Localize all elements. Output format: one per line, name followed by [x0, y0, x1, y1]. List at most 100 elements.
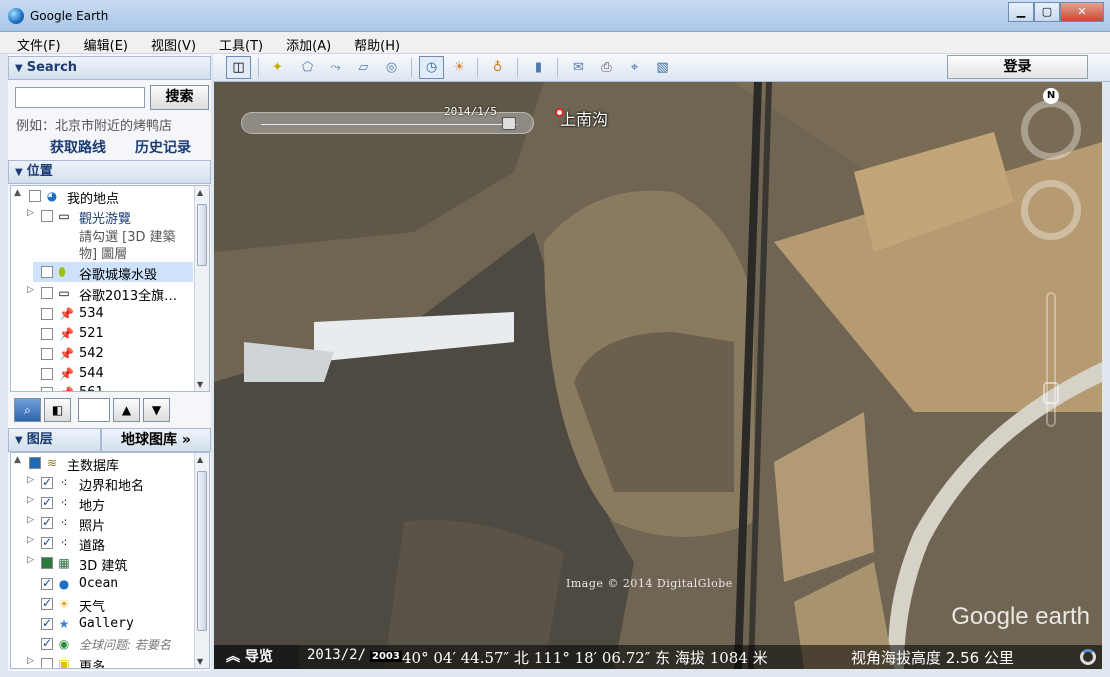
planet-switch-icon[interactable]: ♁	[485, 56, 510, 79]
expand-arrow-icon[interactable]: ▷	[27, 515, 34, 525]
expand-arrow-icon[interactable]: ▷	[27, 555, 34, 565]
collapse-arrow-icon[interactable]: ▲	[14, 455, 21, 465]
layer-row[interactable]: ▷ ⁖ 地方	[11, 493, 196, 514]
checkbox[interactable]	[41, 348, 53, 360]
get-directions-link[interactable]: 获取路线	[50, 137, 106, 157]
place-label[interactable]: 上南沟	[560, 106, 608, 130]
layer-row[interactable]: ☀ 天气	[11, 594, 196, 615]
checkbox[interactable]	[41, 308, 53, 320]
google-maps-icon[interactable]: ⌖	[622, 56, 647, 79]
search-button[interactable]: 搜索	[150, 85, 209, 110]
search-panel-header[interactable]: ▼ Search	[8, 56, 211, 80]
save-image-icon[interactable]: ▧	[650, 56, 675, 79]
expand-arrow-icon[interactable]: ▷	[27, 475, 34, 485]
panel-toggle-icon[interactable]: ◧	[44, 398, 71, 422]
tree-row-placemark[interactable]: 📌 544	[11, 364, 196, 384]
scroll-down-icon[interactable]: ▼	[197, 380, 203, 389]
sidebar-toggle-icon[interactable]: ◫	[226, 56, 251, 79]
sunlight-icon[interactable]: ☀	[447, 56, 472, 79]
layer-row[interactable]: ★ Gallery	[11, 614, 196, 634]
layers-scrollbar[interactable]: ▲ ▼	[194, 453, 209, 668]
layer-row[interactable]: ▷ ⁖ 照片	[11, 513, 196, 534]
tree-row-my-places[interactable]: ▲ ◕ 我的地点	[11, 186, 196, 207]
checkbox[interactable]	[29, 457, 41, 469]
tree-row-placemark[interactable]: 📌 561	[11, 383, 196, 391]
checkbox[interactable]	[41, 475, 53, 489]
zoom-slider-track[interactable]	[1046, 292, 1056, 427]
tree-row-placemark[interactable]: 📌 534	[11, 304, 196, 324]
ruler-icon[interactable]: ▮	[526, 56, 551, 79]
checkbox[interactable]	[29, 190, 41, 202]
image-overlay-icon[interactable]: ▱	[351, 56, 376, 79]
history-link[interactable]: 历史记录	[135, 137, 191, 157]
checkbox[interactable]	[41, 557, 53, 569]
menu-file[interactable]: 文件(F)	[0, 32, 67, 54]
minimize-button[interactable]: ▁	[1008, 2, 1034, 22]
move-up-icon[interactable]: ▲	[113, 398, 140, 422]
time-slider-track[interactable]	[260, 123, 518, 126]
checkbox[interactable]	[41, 266, 53, 278]
menu-tools[interactable]: 工具(T)	[202, 32, 269, 54]
scroll-up-icon[interactable]: ▲	[197, 188, 203, 197]
layer-row[interactable]: ▷ ▦ 3D 建筑	[11, 553, 196, 574]
print-icon[interactable]: ⎙	[594, 56, 619, 79]
checkbox[interactable]	[41, 658, 53, 668]
scroll-thumb[interactable]	[197, 204, 207, 266]
move-down-icon[interactable]: ▼	[143, 398, 170, 422]
layer-row[interactable]: ● Ocean	[11, 574, 196, 594]
checkbox[interactable]	[41, 495, 53, 509]
tree-row-selected[interactable]: ⬮ 谷歌城壕水毁	[33, 262, 193, 283]
scroll-down-icon[interactable]: ▼	[197, 657, 203, 666]
add-path-icon[interactable]: ⤳	[323, 56, 348, 79]
expand-arrow-icon[interactable]: ▷	[27, 208, 34, 218]
add-placemark-icon[interactable]: ✦	[265, 56, 290, 79]
checkbox[interactable]	[41, 210, 53, 222]
layers-panel-header[interactable]: ▼ 图层	[8, 428, 101, 452]
tree-row-sightseeing[interactable]: ▷ ▭ 觀光游覽	[11, 206, 196, 227]
tree-row-placemark[interactable]: 📌 542	[11, 344, 196, 364]
move-joystick-ring[interactable]	[1021, 180, 1081, 240]
places-panel-header[interactable]: ▼ 位置	[8, 160, 211, 184]
places-scrollbar[interactable]: ▲ ▼	[194, 186, 209, 391]
add-polygon-icon[interactable]: ⬠	[295, 56, 320, 79]
north-indicator[interactable]: N	[1043, 88, 1059, 104]
checkbox[interactable]	[41, 515, 53, 529]
login-button[interactable]: 登录	[947, 55, 1088, 79]
close-button[interactable]: ✕	[1060, 2, 1104, 22]
checkbox[interactable]	[41, 596, 53, 610]
checkbox[interactable]	[41, 387, 53, 391]
menu-help[interactable]: 帮助(H)	[337, 32, 406, 54]
historical-imagery-icon[interactable]: ◷	[419, 56, 444, 79]
checkbox[interactable]	[41, 636, 53, 650]
maximize-button[interactable]: ▢	[1034, 2, 1060, 22]
checkbox[interactable]	[41, 576, 53, 590]
blank-button[interactable]	[78, 398, 110, 422]
scroll-up-icon[interactable]: ▲	[197, 455, 203, 464]
time-slider-knob[interactable]	[502, 117, 516, 130]
map-view[interactable]: 2014/1/5 上南沟 Image © 2014 DigitalGlobe G…	[214, 82, 1102, 669]
scroll-thumb[interactable]	[197, 471, 207, 631]
search-places-icon[interactable]: ⌕	[14, 398, 41, 422]
checkbox[interactable]	[41, 616, 53, 630]
record-tour-icon[interactable]: ◎	[379, 56, 404, 79]
layer-row[interactable]: ▷ ⁖ 边界和地名	[11, 473, 196, 494]
checkbox[interactable]	[41, 535, 53, 549]
checkbox[interactable]	[41, 287, 53, 299]
expand-arrow-icon[interactable]: ▷	[27, 656, 34, 666]
layer-row[interactable]: ▷ ⁖ 道路	[11, 533, 196, 554]
search-input[interactable]	[15, 87, 145, 108]
menu-view[interactable]: 视图(V)	[134, 32, 202, 54]
menu-edit[interactable]: 编辑(E)	[67, 32, 134, 54]
earth-gallery-button[interactable]: 地球图库 »	[101, 428, 211, 452]
expand-arrow-icon[interactable]: ▷	[27, 495, 34, 505]
tree-row-placemark[interactable]: 📌 521	[11, 324, 196, 344]
email-icon[interactable]: ✉	[566, 56, 591, 79]
layer-row[interactable]: ▷ ▣ 更多	[11, 654, 196, 668]
checkbox[interactable]	[41, 368, 53, 380]
menu-add[interactable]: 添加(A)	[269, 32, 337, 54]
zoom-slider-knob[interactable]	[1043, 382, 1059, 404]
checkbox[interactable]	[41, 328, 53, 340]
look-compass-ring[interactable]	[1021, 100, 1081, 160]
collapse-arrow-icon[interactable]: ▲	[14, 188, 21, 198]
expand-arrow-icon[interactable]: ▷	[27, 285, 34, 295]
